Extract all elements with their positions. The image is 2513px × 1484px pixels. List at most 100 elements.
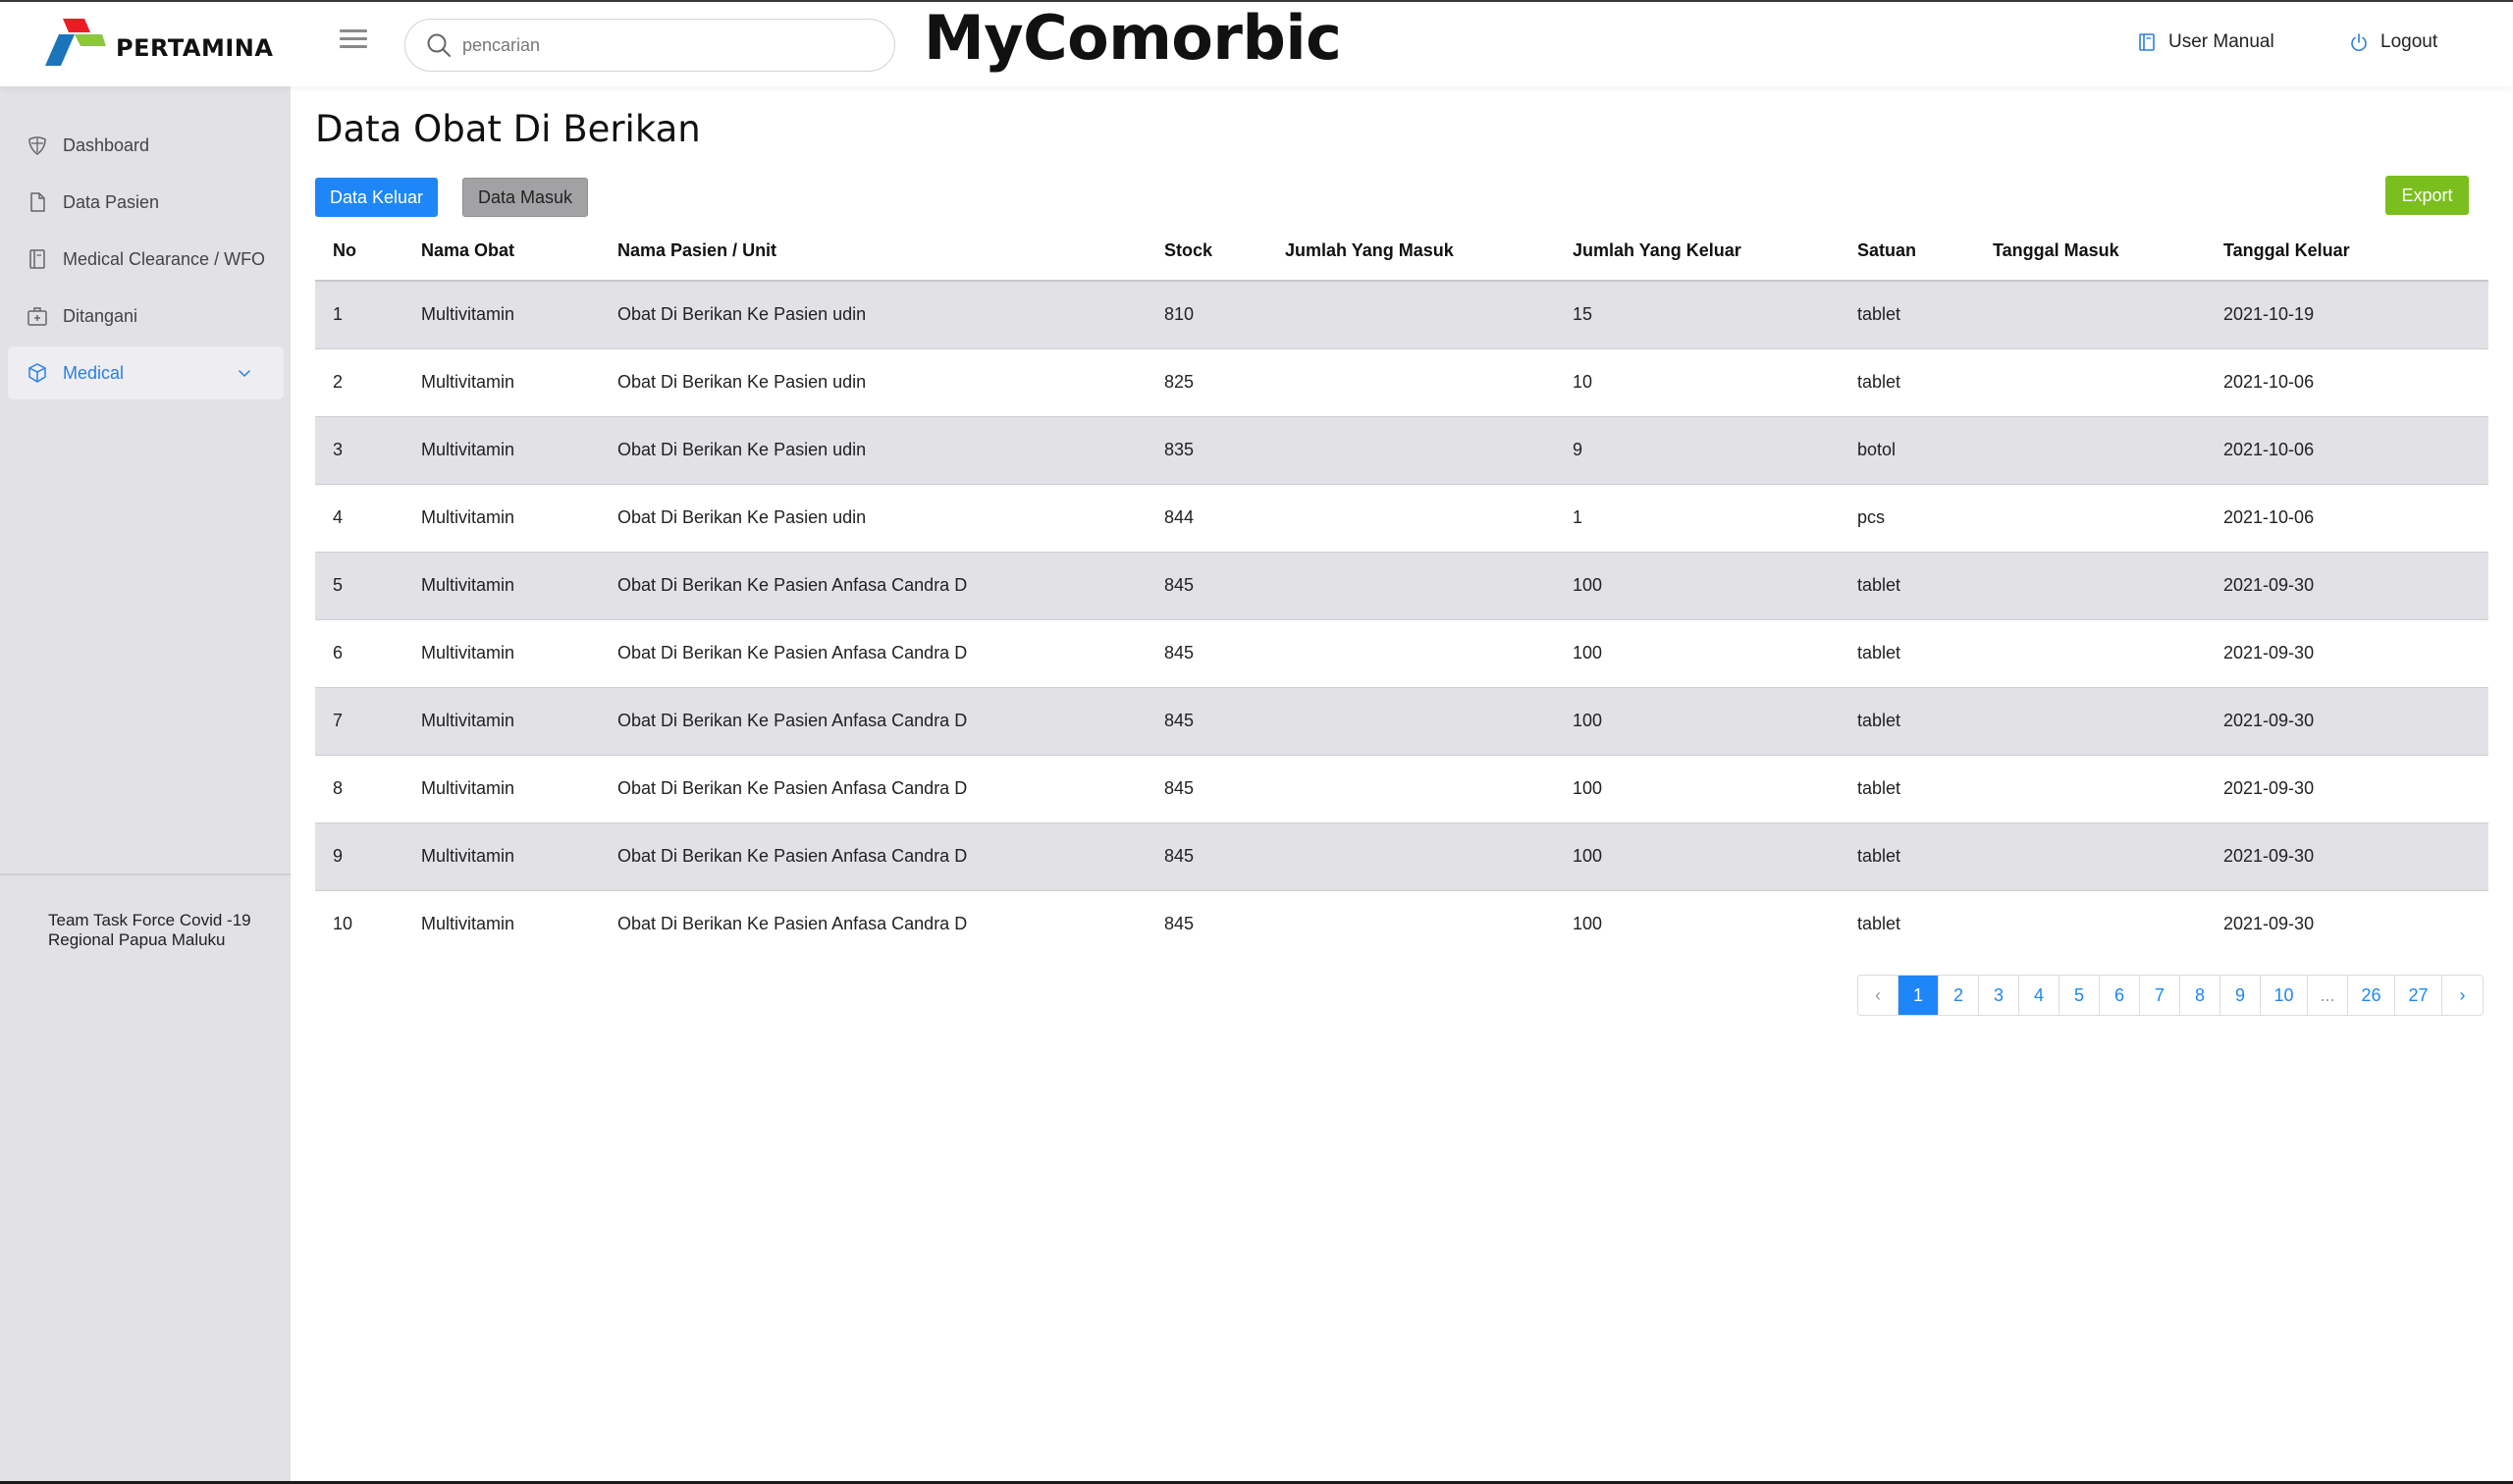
- cell-stock: 845: [1164, 822, 1285, 891]
- pagination-page[interactable]: 2: [1939, 976, 1979, 1015]
- table-row[interactable]: 4 Multivitamin Obat Di Berikan Ke Pasien u…: [315, 484, 2488, 553]
- menu-toggle-icon[interactable]: [340, 29, 367, 55]
- sidebar-item-ditangani[interactable]: Ditangani: [8, 290, 284, 343]
- pagination-page[interactable]: 26: [2348, 976, 2395, 1015]
- export-button[interactable]: Export: [2385, 176, 2469, 215]
- cell-jumlah-masuk: [1285, 687, 1573, 756]
- table-row[interactable]: 5 Multivitamin Obat Di Berikan Ke Pasien A…: [315, 552, 2488, 620]
- cell-nama-obat: Multivitamin: [421, 755, 617, 823]
- pagination-ellipsis[interactable]: ...: [2308, 976, 2348, 1015]
- pagination-page[interactable]: 1: [1898, 976, 1939, 1015]
- pagination-page[interactable]: 27: [2395, 976, 2442, 1015]
- pagination-page[interactable]: 5: [2059, 976, 2100, 1015]
- cell-jumlah-masuk: [1285, 416, 1573, 485]
- data-keluar-button[interactable]: Data Keluar: [315, 178, 438, 217]
- cell-nama-obat: Multivitamin: [421, 822, 617, 891]
- cell-jumlah-masuk: [1285, 619, 1573, 688]
- table-row[interactable]: 9 Multivitamin Obat Di Berikan Ke Pasien A…: [315, 822, 2488, 891]
- sidebar-item-data-pasien[interactable]: Data Pasien: [8, 176, 284, 229]
- cell-nama-pasien: Obat Di Berikan Ke Pasien udin: [617, 348, 1164, 417]
- column-header-tanggal-masuk[interactable]: Tanggal Masuk: [1993, 222, 2223, 282]
- table-row[interactable]: 10 Multivitamin Obat Di Berikan Ke Pasien …: [315, 890, 2488, 958]
- main-content: Data Obat Di Berikan Data Keluar Data Ma…: [291, 86, 2513, 1481]
- chevron-down-icon[interactable]: [237, 365, 252, 381]
- cell-jumlah-masuk: [1285, 281, 1573, 349]
- cell-stock: 835: [1164, 416, 1285, 485]
- sidebar-item-medical-clearance[interactable]: Medical Clearance / WFO: [8, 233, 284, 286]
- table-row[interactable]: 3 Multivitamin Obat Di Berikan Ke Pasien u…: [315, 416, 2488, 485]
- cell-tanggal-masuk: [1993, 552, 2223, 620]
- column-header-no[interactable]: No: [315, 222, 421, 282]
- cell-tanggal-masuk: [1993, 755, 2223, 823]
- pagination-page[interactable]: 3: [1979, 976, 2019, 1015]
- cell-stock: 845: [1164, 755, 1285, 823]
- table-row[interactable]: 1 Multivitamin Obat Di Berikan Ke Pasien u…: [315, 281, 2488, 349]
- sidebar: Dashboard Data Pasien Medical Clearance …: [0, 86, 291, 1481]
- table-row[interactable]: 2 Multivitamin Obat Di Berikan Ke Pasien u…: [315, 348, 2488, 417]
- shield-icon: [28, 136, 46, 155]
- pagination-page[interactable]: 7: [2140, 976, 2180, 1015]
- table-row[interactable]: 8 Multivitamin Obat Di Berikan Ke Pasien A…: [315, 755, 2488, 823]
- column-header-satuan[interactable]: Satuan: [1857, 222, 1993, 282]
- cell-satuan: pcs: [1857, 484, 1993, 553]
- sidebar-item-medical[interactable]: Medical: [8, 346, 284, 399]
- column-header-nama-obat[interactable]: Nama Obat: [421, 222, 617, 282]
- book-icon: [29, 249, 45, 269]
- cell-satuan: botol: [1857, 416, 1993, 485]
- cell-nama-pasien: Obat Di Berikan Ke Pasien udin: [617, 484, 1164, 553]
- cell-satuan: tablet: [1857, 619, 1993, 688]
- column-header-nama-pasien[interactable]: Nama Pasien / Unit: [617, 222, 1164, 282]
- logout-label: Logout: [2380, 31, 2438, 52]
- cell-nama-obat: Multivitamin: [421, 348, 617, 417]
- sidebar-item-label: Medical Clearance / WFO: [63, 248, 266, 269]
- pagination-page[interactable]: 10: [2261, 976, 2308, 1015]
- app-title: MyComorbic: [924, 2, 1342, 74]
- pagination-page[interactable]: 8: [2180, 976, 2220, 1015]
- cell-stock: 810: [1164, 281, 1285, 349]
- search-input[interactable]: [462, 34, 855, 56]
- column-header-jumlah-masuk[interactable]: Jumlah Yang Masuk: [1285, 222, 1573, 282]
- brand-name: PERTAMINA: [116, 34, 274, 62]
- cell-nama-pasien: Obat Di Berikan Ke Pasien Anfasa Candra …: [617, 914, 968, 934]
- cell-jumlah-keluar: 10: [1573, 348, 1857, 417]
- book-icon: [2139, 33, 2155, 51]
- search-icon: [427, 33, 451, 57]
- cell-tanggal-keluar: 2021-09-30: [2223, 552, 2488, 620]
- page-title: Data Obat Di Berikan: [315, 108, 701, 150]
- cell-nama-obat: Multivitamin: [421, 552, 617, 620]
- pagination-next-button[interactable]: ›: [2442, 976, 2483, 1015]
- cell-jumlah-masuk: [1285, 822, 1573, 891]
- cell-tanggal-keluar: 2021-09-30: [2223, 822, 2488, 891]
- sidebar-item-dashboard[interactable]: Dashboard: [8, 119, 284, 172]
- pagination-page[interactable]: 9: [2220, 976, 2261, 1015]
- column-header-stock[interactable]: Stock: [1164, 222, 1285, 282]
- user-manual-label: User Manual: [2168, 31, 2274, 52]
- cell-no: 1: [315, 281, 421, 349]
- cell-stock: 825: [1164, 348, 1285, 417]
- cell-jumlah-masuk: [1285, 890, 1573, 958]
- data-masuk-button[interactable]: Data Masuk: [462, 178, 588, 217]
- cell-jumlah-keluar: 100: [1573, 552, 1857, 620]
- cell-tanggal-keluar: 2021-10-06: [2223, 348, 2488, 417]
- column-header-jumlah-keluar[interactable]: Jumlah Yang Keluar: [1573, 222, 1857, 282]
- top-header: PERTAMINA MyComorbic User Manual Logout: [0, 2, 2513, 86]
- cell-tanggal-masuk: [1993, 822, 2223, 891]
- pertamina-logo-icon: [45, 19, 106, 66]
- user-manual-link[interactable]: User Manual: [2137, 31, 2274, 53]
- cell-nama-pasien: Obat Di Berikan Ke Pasien udin: [617, 416, 1164, 485]
- search-box[interactable]: [404, 19, 895, 72]
- pertamina-logo[interactable]: PERTAMINA: [41, 19, 273, 70]
- table-row[interactable]: 6 Multivitamin Obat Di Berikan Ke Pasien A…: [315, 619, 2488, 688]
- table-row[interactable]: 7 Multivitamin Obat Di Berikan Ke Pasien A…: [315, 687, 2488, 756]
- cell-satuan: tablet: [1857, 687, 1993, 756]
- cell-no: 2: [315, 348, 421, 417]
- cell-no: 8: [315, 755, 421, 823]
- pagination-prev-button[interactable]: ‹: [1858, 976, 1898, 1015]
- pagination-page[interactable]: 4: [2019, 976, 2059, 1015]
- document-icon: [30, 192, 45, 212]
- cell-tanggal-masuk: [1993, 484, 2223, 553]
- pagination-page[interactable]: 6: [2100, 976, 2140, 1015]
- column-header-tanggal-keluar[interactable]: Tanggal Keluar: [2223, 222, 2488, 282]
- logout-link[interactable]: Logout: [2349, 31, 2437, 53]
- sidebar-nav: Dashboard Data Pasien Medical Clearance …: [8, 119, 284, 403]
